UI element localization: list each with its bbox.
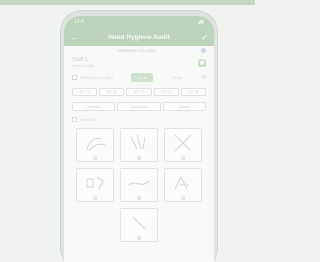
top-banner-strip [0,0,255,5]
moment-chip[interactable]: MT 05 [180,88,207,96]
undo-icon[interactable]: ⟲ [201,74,206,81]
hand-rub-icon [86,137,106,151]
hand-step-card[interactable] [120,168,158,202]
check-icon[interactable]: ✓ [196,33,208,42]
action-chip[interactable]: HandWash [117,102,161,111]
hand-rub-icon [132,216,146,229]
step-checkbox[interactable] [137,155,141,160]
hand-step-card[interactable] [76,168,114,202]
phone-screen: 12:4 ◢▮ ← Hand Hygiene Audit ✓ OBSERVATI… [64,16,214,262]
ppe-row: PPE/Gel Changed Done (0/10) ⟲ [64,73,214,82]
step-checkbox[interactable] [137,195,141,200]
moment-chip[interactable]: MT 03 [126,88,152,96]
hand-rub-icon [130,134,146,149]
step-checkbox[interactable] [181,195,185,200]
hand-step-card[interactable] [120,208,158,242]
step-checkbox[interactable] [93,155,97,160]
hand-rub-icon [174,134,192,151]
app-bar: ← Hand Hygiene Audit ✓ [64,28,214,46]
save-icon[interactable]: ▣ [198,58,206,67]
status-time: 12:4 [74,19,84,25]
select-all-row: Select All [64,117,214,122]
staff-sub-label: Nurse (Staff) [72,63,95,68]
info-dot-icon[interactable] [200,47,206,53]
done-button[interactable]: Done [131,73,153,82]
moment-chip[interactable]: MT 04 [153,88,179,96]
hand-rub-icon [128,180,150,185]
ppe-checkbox[interactable] [72,75,77,80]
moments-row: MT 01 MT 02 MT 03 MT 04 MT 05 [64,88,214,96]
actions-row: HandRub HandWash Missed [64,102,214,111]
page-title: Hand Hygiene Audit [108,33,170,41]
select-all-label: Select All [80,117,97,122]
hand-rub-icon [86,176,104,189]
step-checkbox[interactable] [93,195,97,200]
hand-step-card[interactable] [164,128,202,162]
hand-step-card[interactable] [164,168,202,202]
ppe-label: PPE/Gel Changed [80,75,113,80]
count-text: (0/10) [171,75,183,80]
hand-step-card[interactable] [76,128,114,162]
sub-tab-center: OBSERVATION OBS [117,47,156,53]
action-chip[interactable]: Missed [162,102,206,111]
hand-rub-icon [174,175,189,189]
hand-step-card[interactable] [120,128,158,162]
staff-row: Staff 1 Nurse (Staff) ▣ [64,57,214,68]
moment-chip[interactable]: MT 01 [72,88,98,96]
step-checkbox[interactable] [137,235,141,240]
status-bar: 12:4 ◢▮ [64,16,214,28]
arrow-left-icon[interactable]: ← [70,33,82,42]
hand-steps-grid [64,128,214,242]
moment-chip[interactable]: MT 02 [99,88,125,96]
action-chip[interactable]: HandRub [72,102,116,111]
select-all-checkbox[interactable] [72,117,77,122]
status-signal-icon: ◢▮ [197,19,204,25]
sub-tab-row: OBSERVATION OBS [64,46,214,54]
step-checkbox[interactable] [181,155,185,160]
